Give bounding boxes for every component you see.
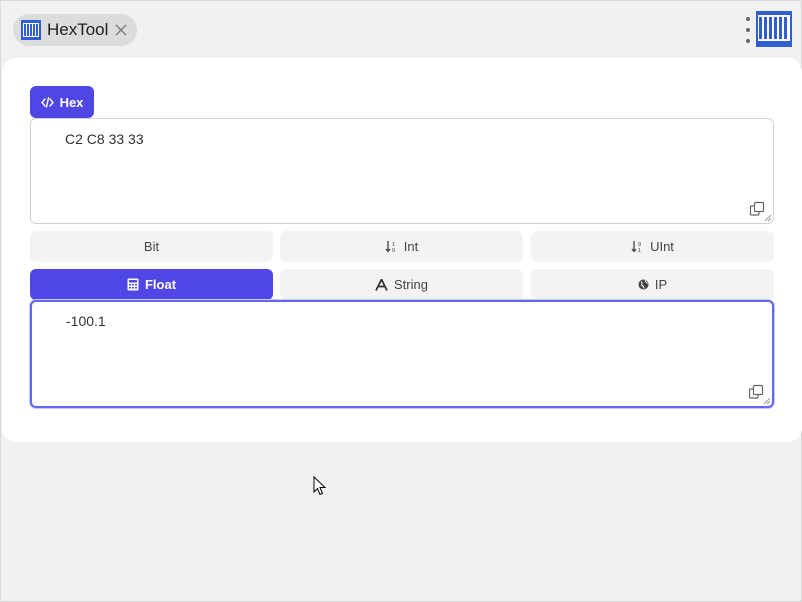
code-icon bbox=[40, 96, 54, 108]
copy-icon[interactable] bbox=[748, 384, 764, 400]
bit-button[interactable]: Bit bbox=[30, 231, 273, 262]
float-output[interactable]: -100.1 bbox=[30, 300, 774, 408]
svg-text:1: 1 bbox=[638, 248, 641, 253]
tab-title: HexTool bbox=[47, 20, 109, 39]
hex-badge-label: Hex bbox=[59, 94, 84, 110]
ip-button[interactable]: IP bbox=[531, 269, 774, 300]
hex-badge: Hex bbox=[30, 86, 94, 118]
more-menu-icon[interactable] bbox=[744, 17, 752, 43]
app-tab[interactable]: HexTool bbox=[13, 14, 137, 46]
mouse-cursor-icon bbox=[313, 476, 327, 496]
string-button[interactable]: String bbox=[280, 269, 523, 300]
title-bar: HexTool bbox=[1, 1, 801, 57]
close-icon[interactable] bbox=[113, 22, 129, 38]
resize-grip-icon[interactable] bbox=[763, 397, 771, 405]
bit-button-label: Bit bbox=[143, 239, 160, 254]
ip-button-label: IP bbox=[654, 277, 668, 292]
converter-card: Hex C2 C8 33 33 Bit 1 9 Int 9 1 UInt Flo… bbox=[2, 58, 802, 442]
hex-input[interactable]: C2 C8 33 33 bbox=[30, 118, 774, 224]
font-icon bbox=[375, 278, 388, 291]
uint-button-label: UInt bbox=[650, 239, 674, 254]
sort-numeric-down-icon: 1 9 bbox=[385, 241, 395, 253]
float-button-label: Float bbox=[144, 277, 177, 292]
hextool-corner-logo bbox=[756, 11, 792, 47]
float-button[interactable]: Float bbox=[30, 269, 273, 300]
uint-button[interactable]: 9 1 UInt bbox=[531, 231, 774, 262]
calculator-icon bbox=[127, 278, 139, 291]
hextool-logo-icon bbox=[21, 20, 41, 40]
globe-icon bbox=[638, 279, 649, 290]
copy-icon[interactable] bbox=[749, 201, 765, 217]
hex-value: C2 C8 33 33 bbox=[65, 131, 144, 147]
int-button-label: Int bbox=[403, 239, 419, 254]
float-value: -100.1 bbox=[66, 313, 106, 329]
svg-text:9: 9 bbox=[392, 248, 395, 253]
sort-numeric-up-icon: 9 1 bbox=[631, 241, 641, 253]
resize-grip-icon[interactable] bbox=[764, 214, 772, 222]
int-button[interactable]: 1 9 Int bbox=[280, 231, 523, 262]
string-button-label: String bbox=[394, 277, 428, 292]
